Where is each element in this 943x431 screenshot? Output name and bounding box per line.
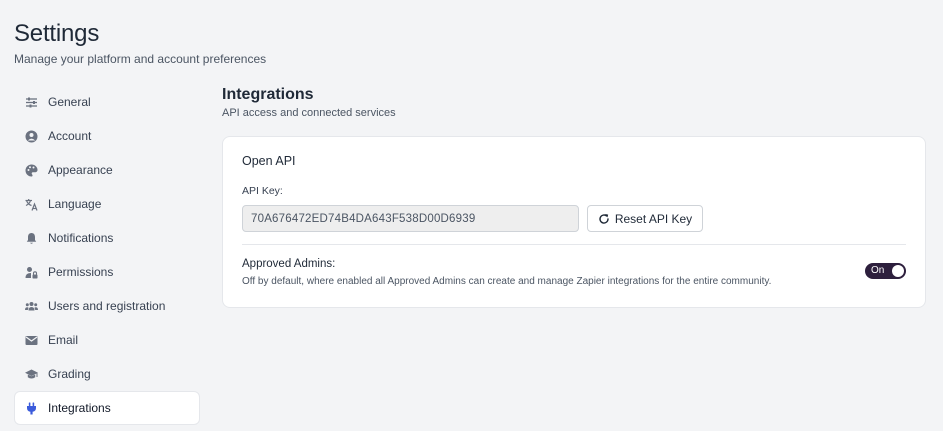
approved-admins-toggle[interactable]: On [865, 263, 906, 279]
section-subtitle: API access and connected services [222, 107, 396, 119]
page-subtitle: Manage your platform and account prefere… [14, 52, 267, 66]
page-title: Settings [14, 20, 100, 47]
approved-admins-label: Approved Admins: [242, 258, 336, 270]
toggle-label: On [871, 265, 885, 276]
sidebar-item-language[interactable]: Language [14, 187, 200, 221]
settings-page: Settings Manage your platform and accoun… [0, 0, 943, 431]
api-key-label: API Key: [242, 185, 283, 197]
sidebar-item-label: Appearance [48, 163, 113, 177]
approved-admins-description: Off by default, where enabled all Approv… [242, 276, 772, 287]
palette-icon [25, 164, 38, 177]
sidebar-item-notifications[interactable]: Notifications [14, 221, 200, 255]
refresh-icon [598, 213, 610, 225]
sidebar-item-label: Notifications [48, 231, 114, 245]
sidebar-item-appearance[interactable]: Appearance [14, 153, 200, 187]
sidebar-item-label: Language [48, 197, 102, 211]
reset-api-key-button[interactable]: Reset API Key [587, 205, 703, 232]
sidebar-item-label: Email [48, 333, 79, 347]
user-lock-icon [25, 266, 38, 279]
toggle-knob [892, 265, 904, 277]
card-title: Open API [242, 154, 296, 168]
sidebar-item-label: Account [48, 129, 92, 143]
sidebar-item-integrations[interactable]: Integrations [14, 391, 200, 425]
divider [242, 244, 906, 245]
sidebar-item-label: Integrations [48, 401, 111, 415]
sidebar-item-account[interactable]: Account [14, 119, 200, 153]
sliders-icon [25, 96, 38, 109]
sidebar-item-label: Grading [48, 367, 91, 381]
reset-button-label: Reset API Key [614, 211, 693, 226]
user-circle-icon [25, 130, 38, 143]
translate-icon [25, 198, 38, 211]
sidebar-item-grading[interactable]: Grading [14, 357, 200, 391]
sidebar-item-label: Users and registration [48, 299, 166, 313]
sidebar-item-label: General [48, 95, 91, 109]
sidebar-item-permissions[interactable]: Permissions [14, 255, 200, 289]
settings-sidebar: General Account Appearance Language Noti… [14, 85, 200, 425]
section-title: Integrations [222, 86, 314, 103]
sidebar-item-general[interactable]: General [14, 85, 200, 119]
api-key-input[interactable] [242, 205, 579, 232]
sidebar-item-label: Permissions [48, 265, 114, 279]
open-api-card: Open API API Key: Reset API Key Approved… [222, 136, 926, 308]
plug-icon [25, 402, 38, 415]
users-icon [25, 300, 38, 313]
sidebar-item-email[interactable]: Email [14, 323, 200, 357]
envelope-icon [25, 334, 38, 347]
sidebar-item-users-and-registration[interactable]: Users and registration [14, 289, 200, 323]
graduation-cap-icon [25, 368, 38, 381]
bell-icon [25, 232, 38, 245]
